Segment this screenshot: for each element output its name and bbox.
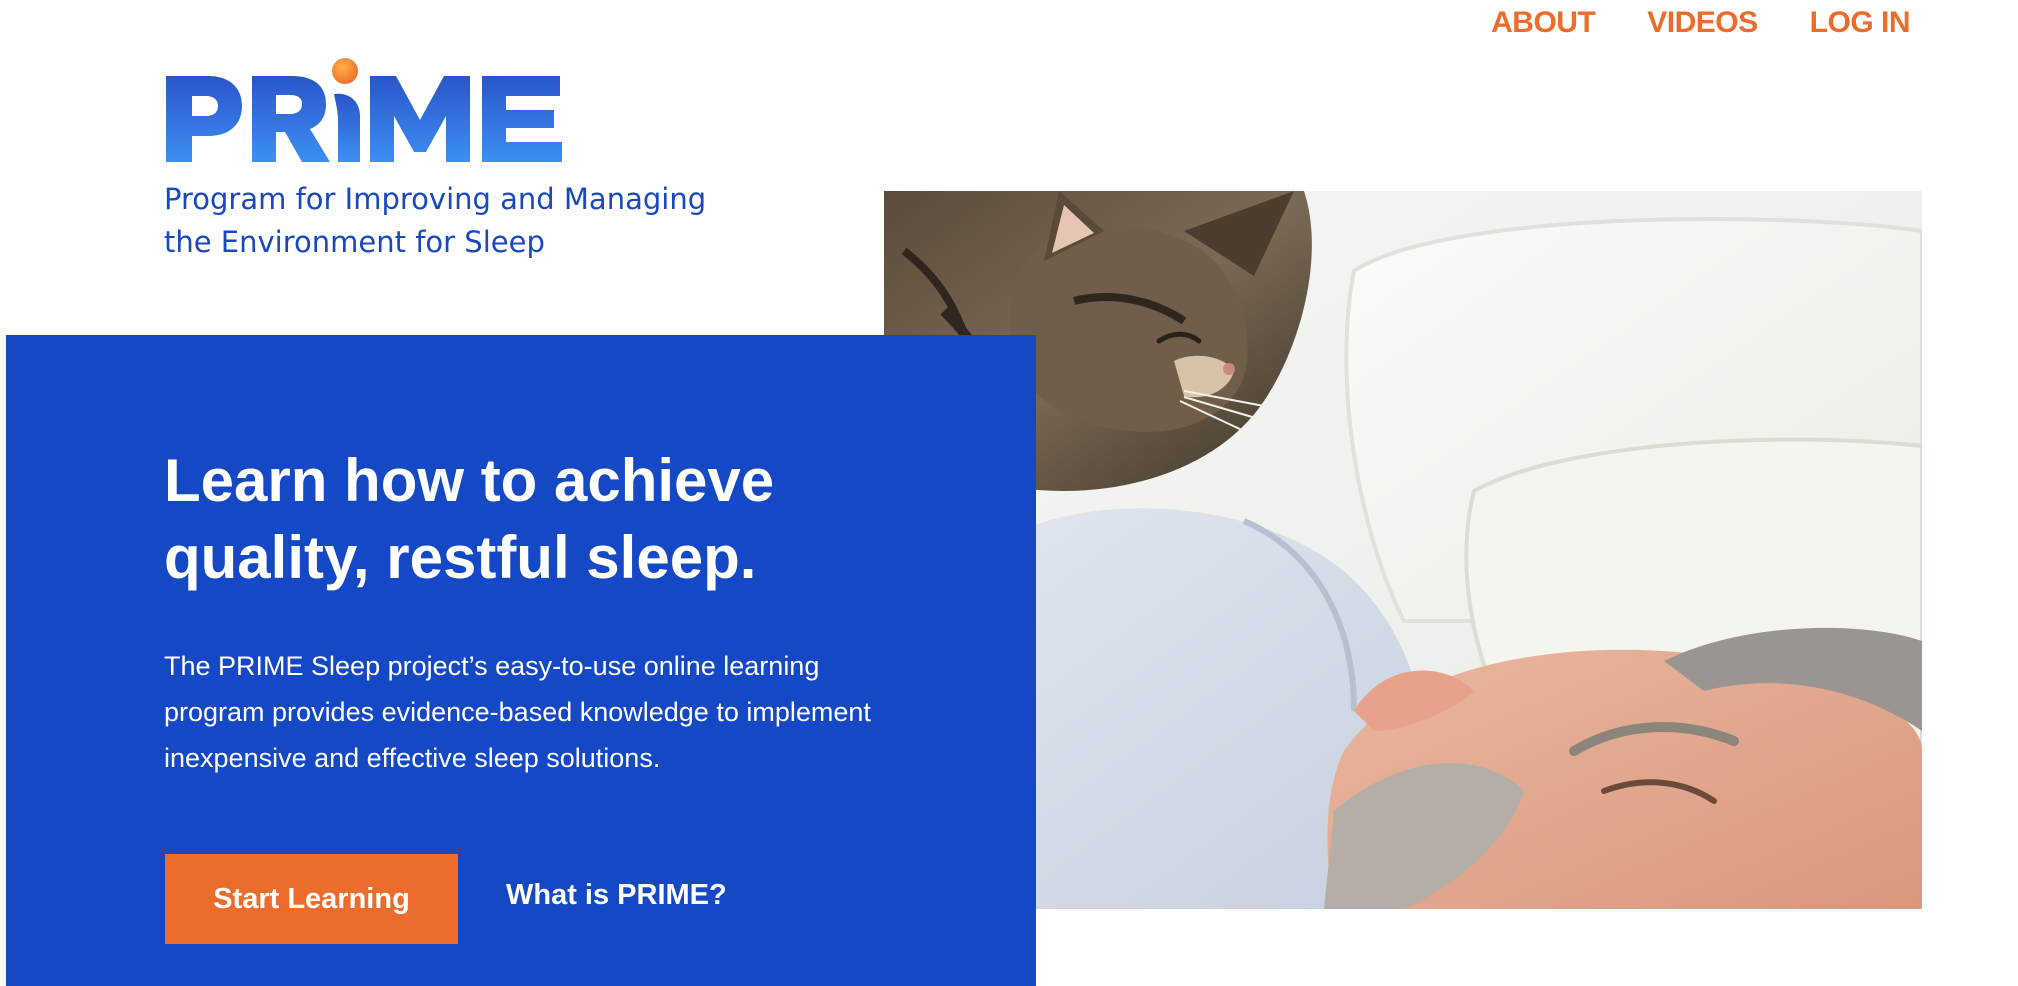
hero-heading: Learn how to achieve quality, restful sl… xyxy=(164,442,944,596)
nav-about-link[interactable]: ABOUT xyxy=(1491,6,1596,40)
hero-photo-illustration xyxy=(884,191,1922,909)
start-learning-button[interactable]: Start Learning xyxy=(165,854,458,944)
prime-logo-graphic xyxy=(166,54,562,162)
brand-tagline: Program for Improving and Managing the E… xyxy=(164,178,804,264)
hero-photo xyxy=(884,191,1922,909)
hero-panel: Learn how to achieve quality, restful sl… xyxy=(6,335,1036,986)
landing-page: ABOUT VIDEOS LOG IN Program for Improvin… xyxy=(0,0,2018,986)
top-navigation: ABOUT VIDEOS LOG IN xyxy=(1491,6,1910,40)
hero-description: The PRIME Sleep project’s easy-to-use on… xyxy=(164,651,871,773)
prime-logo[interactable] xyxy=(164,54,564,166)
hero-heading-line-1: Learn how to achieve xyxy=(164,447,775,514)
tagline-line-1: Program for Improving and Managing xyxy=(164,182,707,216)
what-is-prime-link[interactable]: What is PRIME? xyxy=(506,879,727,912)
hero-heading-line-2: quality, restful sleep. xyxy=(164,524,757,591)
nav-videos-link[interactable]: VIDEOS xyxy=(1647,6,1758,40)
nav-login-link[interactable]: LOG IN xyxy=(1810,6,1911,40)
tagline-line-2: the Environment for Sleep xyxy=(164,225,545,259)
